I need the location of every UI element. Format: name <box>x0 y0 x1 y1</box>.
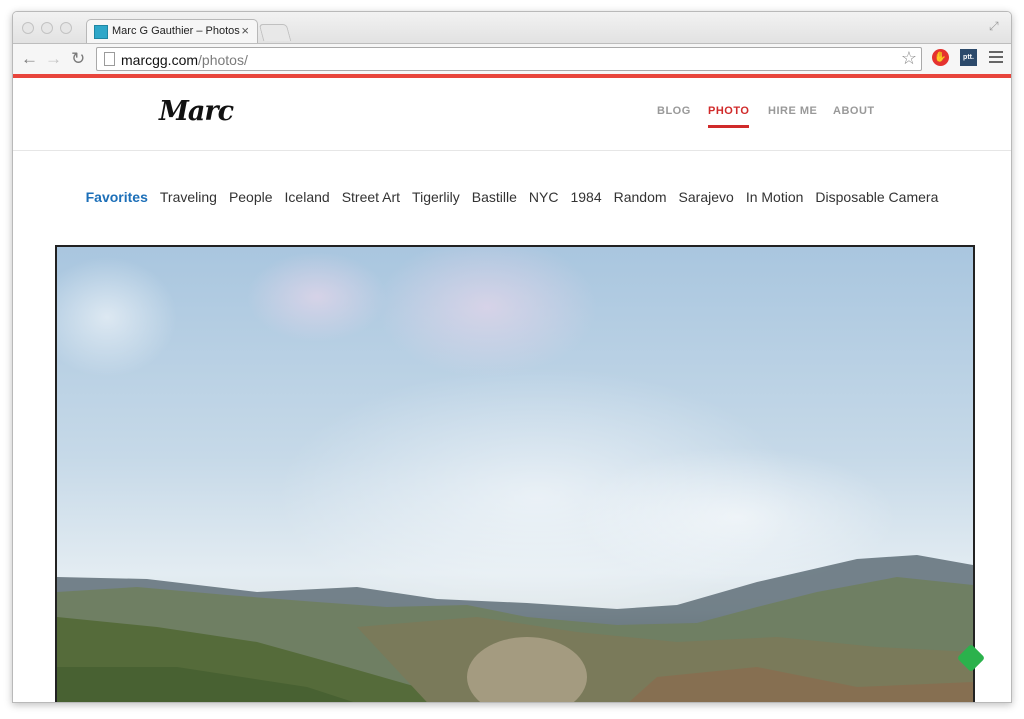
tab-title: Marc G Gauthier – Photos <box>112 25 240 37</box>
category-in-motion[interactable]: In Motion <box>746 189 804 205</box>
category-sarajevo[interactable]: Sarajevo <box>679 189 734 205</box>
category-random[interactable]: Random <box>614 189 667 205</box>
fullscreen-icon[interactable]: ⤢ <box>989 19 1003 33</box>
favicon-icon <box>94 25 108 39</box>
url-text[interactable]: marcgg.com/photos/ <box>121 52 248 68</box>
category-iceland[interactable]: Iceland <box>285 189 330 205</box>
close-window-button[interactable] <box>22 22 34 34</box>
tab-strip: Marc G Gauthier – Photos × ⤢ <box>13 12 1011 44</box>
category-disposable-camera[interactable]: Disposable Camera <box>815 189 938 205</box>
zoom-window-button[interactable] <box>60 22 72 34</box>
tab-close-icon[interactable]: × <box>241 23 249 38</box>
address-bar[interactable]: marcgg.com/photos/ ☆ <box>96 47 922 71</box>
url-host: marcgg.com <box>121 52 199 68</box>
category-street-art[interactable]: Street Art <box>342 189 400 205</box>
site-logo[interactable]: Marc <box>159 96 234 127</box>
reload-icon[interactable]: ↻ <box>71 49 85 69</box>
minimize-window-button[interactable] <box>41 22 53 34</box>
category-nav: Favorites Traveling People Iceland Stree… <box>13 189 1011 205</box>
browser-toolbar: ← → ↻ marcgg.com/photos/ ☆ ✋ ptt. <box>13 43 1011 74</box>
category-traveling[interactable]: Traveling <box>160 189 217 205</box>
extension-ptt-icon[interactable]: ptt. <box>960 49 977 66</box>
category-nyc[interactable]: NYC <box>529 189 559 205</box>
featured-photo[interactable] <box>55 245 975 702</box>
site-header: Marc BLOG PHOTO HIRE ME ABOUT <box>13 78 1011 151</box>
category-tigerlily[interactable]: Tigerlily <box>412 189 460 205</box>
category-favorites[interactable]: Favorites <box>86 189 148 205</box>
back-arrow-icon[interactable]: ← <box>21 49 38 69</box>
url-path: /photos/ <box>198 52 248 68</box>
new-tab-button[interactable] <box>258 24 292 41</box>
page-content: Marc BLOG PHOTO HIRE ME ABOUT Favorites … <box>13 78 1011 702</box>
extension-red-icon[interactable]: ✋ <box>932 49 949 66</box>
category-people[interactable]: People <box>229 189 273 205</box>
nav-hire-me[interactable]: HIRE ME <box>768 105 817 117</box>
nav-photo[interactable]: PHOTO <box>708 105 750 128</box>
nav-blog[interactable]: BLOG <box>657 105 691 117</box>
browser-window: Marc G Gauthier – Photos × ⤢ ← → ↻ marcg… <box>12 11 1012 703</box>
page-icon <box>104 52 115 66</box>
category-1984[interactable]: 1984 <box>570 189 601 205</box>
forward-arrow-icon[interactable]: → <box>45 49 62 69</box>
tab-photos[interactable]: Marc G Gauthier – Photos × <box>86 19 258 44</box>
menu-icon[interactable] <box>989 51 1003 63</box>
landscape-illustration <box>57 247 973 702</box>
category-bastille[interactable]: Bastille <box>472 189 517 205</box>
nav-about[interactable]: ABOUT <box>833 105 875 117</box>
star-icon[interactable]: ☆ <box>901 48 917 69</box>
